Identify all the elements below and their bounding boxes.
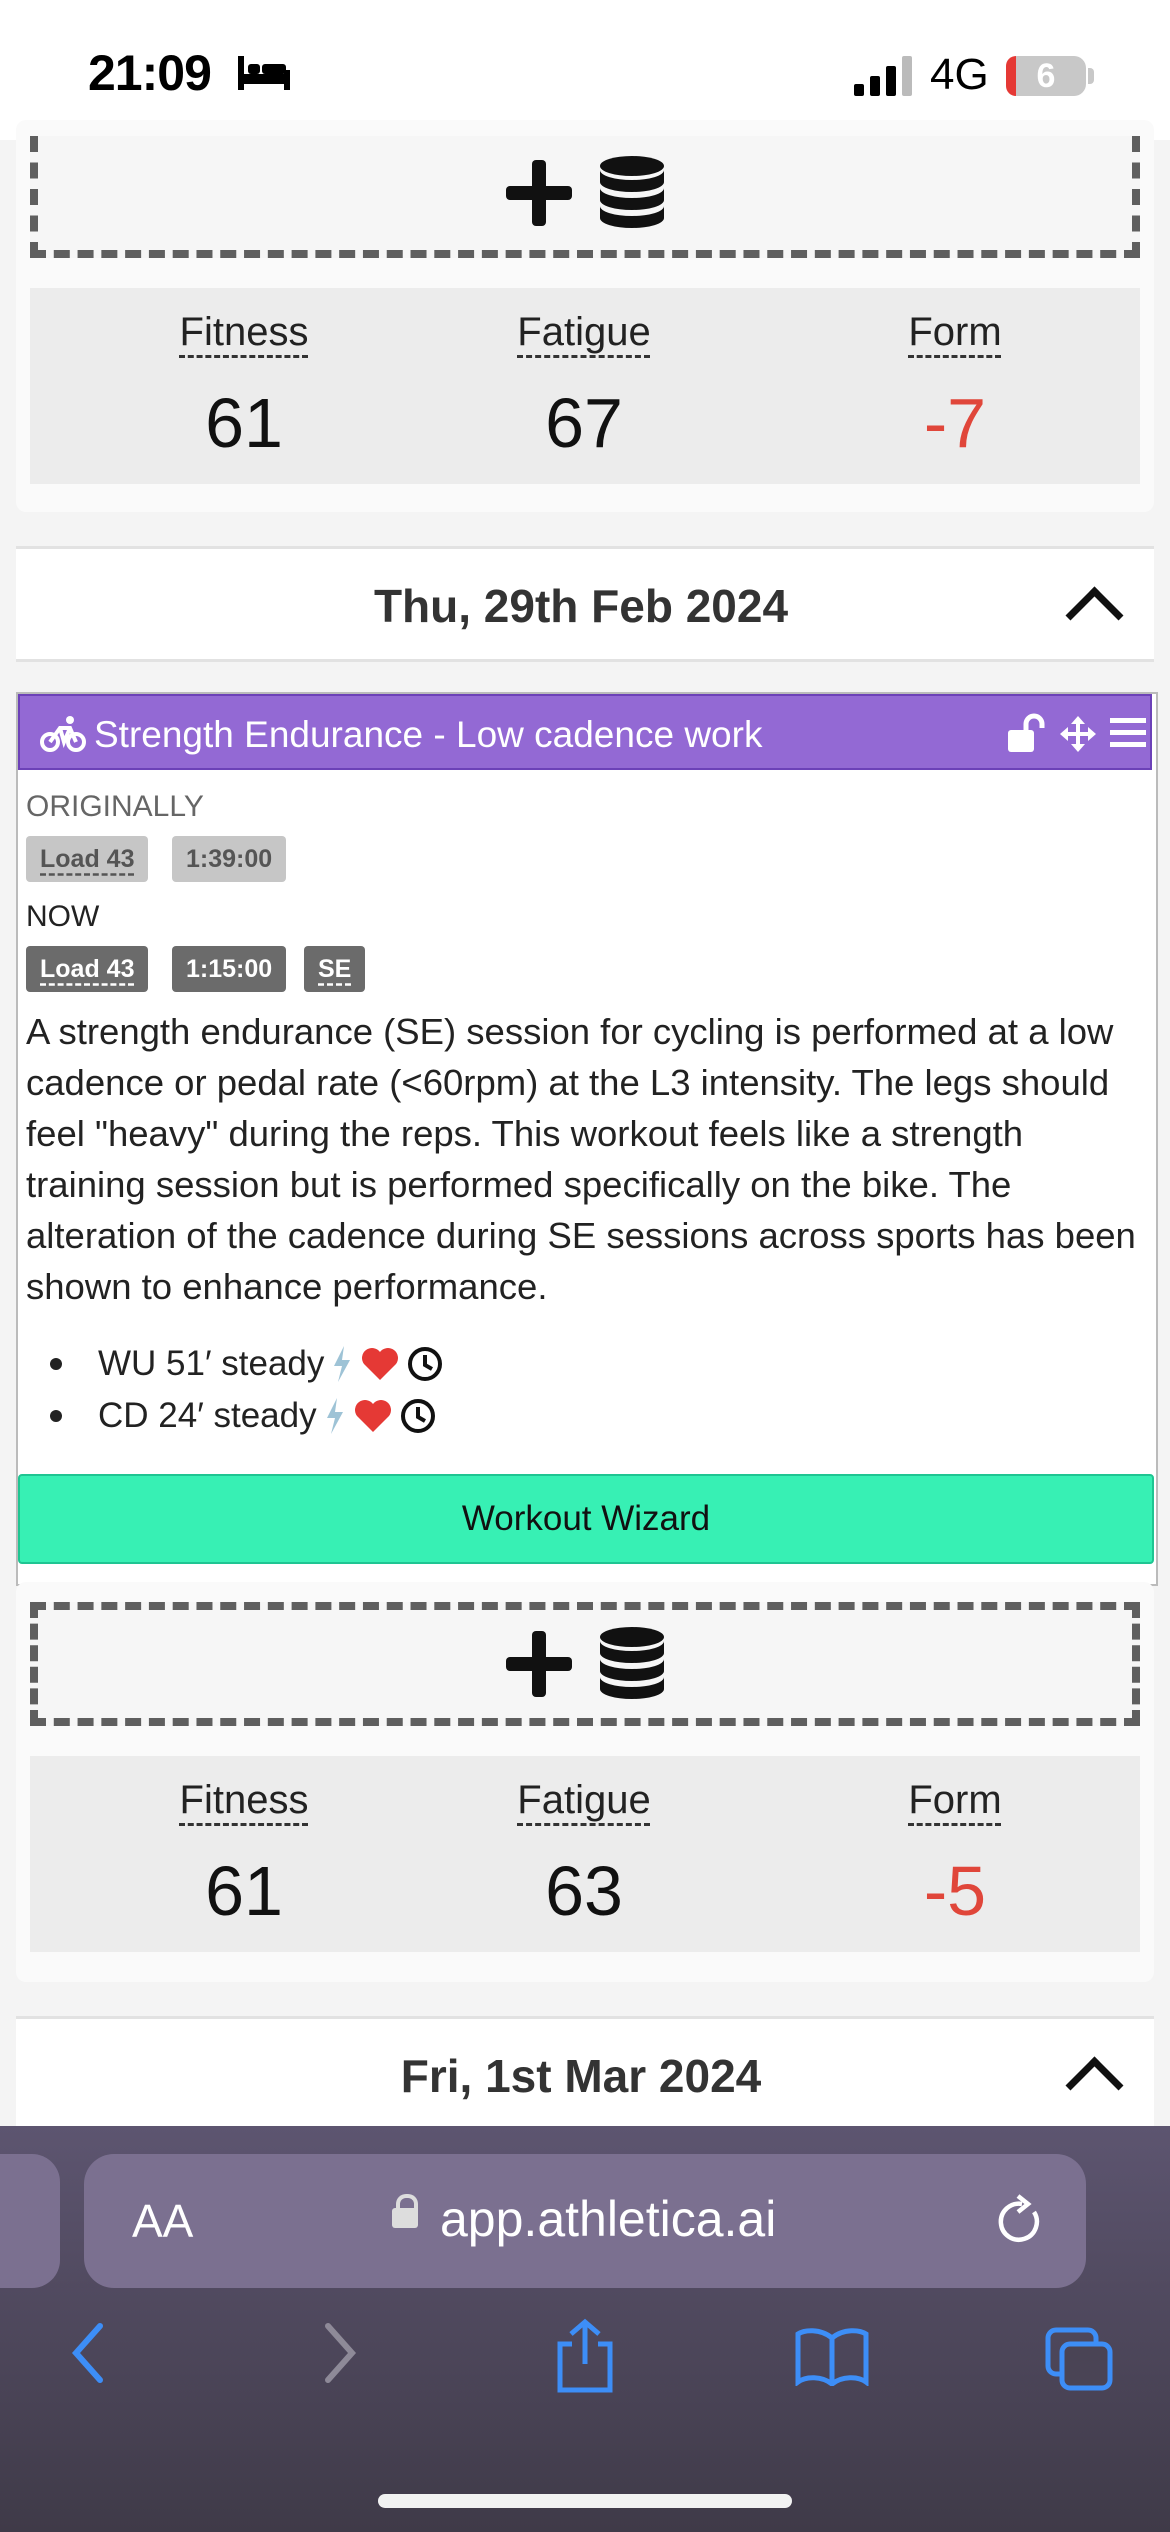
fatigue-stat: Fatigue 63: [434, 1778, 734, 1931]
database-icon[interactable]: [600, 156, 664, 230]
move-icon[interactable]: [1058, 714, 1098, 754]
form-stat: Form -5: [805, 1778, 1105, 1931]
bullet: [50, 1358, 62, 1370]
home-indicator: [378, 2494, 792, 2508]
text-size-button[interactable]: AA: [132, 2194, 193, 2248]
fitness-label[interactable]: Fitness: [94, 310, 394, 355]
form-stat: Form -7: [805, 310, 1105, 463]
form-label[interactable]: Form: [805, 1778, 1105, 1823]
clock-icon[interactable]: [406, 1345, 444, 1383]
battery-level: 6: [1036, 57, 1056, 95]
add-workout-dropzone[interactable]: [30, 136, 1140, 258]
fitness-value: 61: [205, 1852, 283, 1930]
signal-icon: [854, 56, 912, 96]
unlock-icon[interactable]: [1006, 712, 1046, 754]
orig-load-badge[interactable]: Load 43: [26, 836, 149, 882]
tabs-icon[interactable]: [1044, 2326, 1114, 2392]
originally-label: ORIGINALLY: [26, 790, 204, 823]
add-workout-dropzone[interactable]: [30, 1602, 1140, 1726]
forward-icon[interactable]: [318, 2318, 362, 2388]
reload-icon[interactable]: [994, 2192, 1046, 2248]
fitness-label[interactable]: Fitness: [94, 1778, 394, 1823]
bed-icon: [238, 56, 290, 90]
url-text[interactable]: app.athletica.ai: [440, 2190, 776, 2248]
workout-description: A strength endurance (SE) session for cy…: [26, 1011, 1136, 1307]
fatigue-label[interactable]: Fatigue: [434, 310, 734, 355]
day-title: Thu, 29th Feb 2024: [373, 580, 789, 632]
battery-tip: [1088, 68, 1094, 84]
bike-icon: [40, 716, 86, 752]
step-text: WU 51′ steady: [98, 1344, 325, 1383]
fitness-value: 61: [205, 384, 283, 462]
form-label[interactable]: Form: [805, 310, 1105, 355]
workout-title: Strength Endurance - Low cadence work: [94, 714, 763, 755]
plus-icon[interactable]: [506, 160, 572, 226]
workout-step: CD 24′ steady: [50, 1396, 437, 1436]
day-header[interactable]: Thu, 29th Feb 2024: [16, 546, 1154, 662]
lock-icon: [392, 2208, 418, 2228]
battery-icon: 6: [1006, 56, 1086, 96]
share-icon[interactable]: [552, 2318, 618, 2394]
fitness-stat: Fitness 61: [94, 310, 394, 463]
fitness-stat: Fitness 61: [94, 1778, 394, 1931]
power-icon[interactable]: [323, 1396, 347, 1436]
heart-rate-icon[interactable]: [360, 1346, 400, 1382]
workout-step: WU 51′ steady: [50, 1344, 444, 1384]
database-icon[interactable]: [600, 1627, 664, 1701]
fatigue-stat: Fatigue 67: [434, 310, 734, 463]
fatigue-value: 67: [545, 384, 623, 462]
workout-title-bar[interactable]: Strength Endurance - Low cadence work: [18, 694, 1152, 770]
now-load-badge[interactable]: Load 43: [26, 946, 149, 992]
status-time: 21:09: [88, 45, 212, 101]
orig-duration-badge: 1:39:00: [172, 836, 287, 882]
network-type: 4G: [930, 50, 989, 99]
back-icon[interactable]: [66, 2318, 110, 2388]
form-value: -7: [923, 384, 987, 462]
form-value: -5: [923, 1852, 987, 1930]
power-icon[interactable]: [330, 1344, 354, 1384]
fatigue-label[interactable]: Fatigue: [434, 1778, 734, 1823]
bullet: [50, 1410, 62, 1422]
load-stats-panel: Fitness 61 Fatigue 63 Form -5: [30, 1756, 1140, 1952]
plus-icon[interactable]: [506, 1631, 572, 1697]
workout-type-badge[interactable]: SE: [304, 946, 366, 992]
fatigue-value: 63: [545, 1852, 623, 1930]
heart-rate-icon[interactable]: [353, 1398, 393, 1434]
day-title: Fri, 1st Mar 2024: [400, 2050, 762, 2102]
load-stats-panel: Fitness 61 Fatigue 67 Form -7: [30, 288, 1140, 484]
clock-icon[interactable]: [399, 1397, 437, 1435]
workout-wizard-button[interactable]: Workout Wizard: [18, 1474, 1154, 1564]
step-text: CD 24′ steady: [98, 1396, 317, 1435]
bookmarks-icon[interactable]: [794, 2326, 870, 2386]
now-label: NOW: [26, 900, 100, 933]
previous-tab-preview[interactable]: [0, 2154, 60, 2288]
menu-icon[interactable]: [1110, 716, 1146, 750]
now-duration-badge: 1:15:00: [172, 946, 287, 992]
